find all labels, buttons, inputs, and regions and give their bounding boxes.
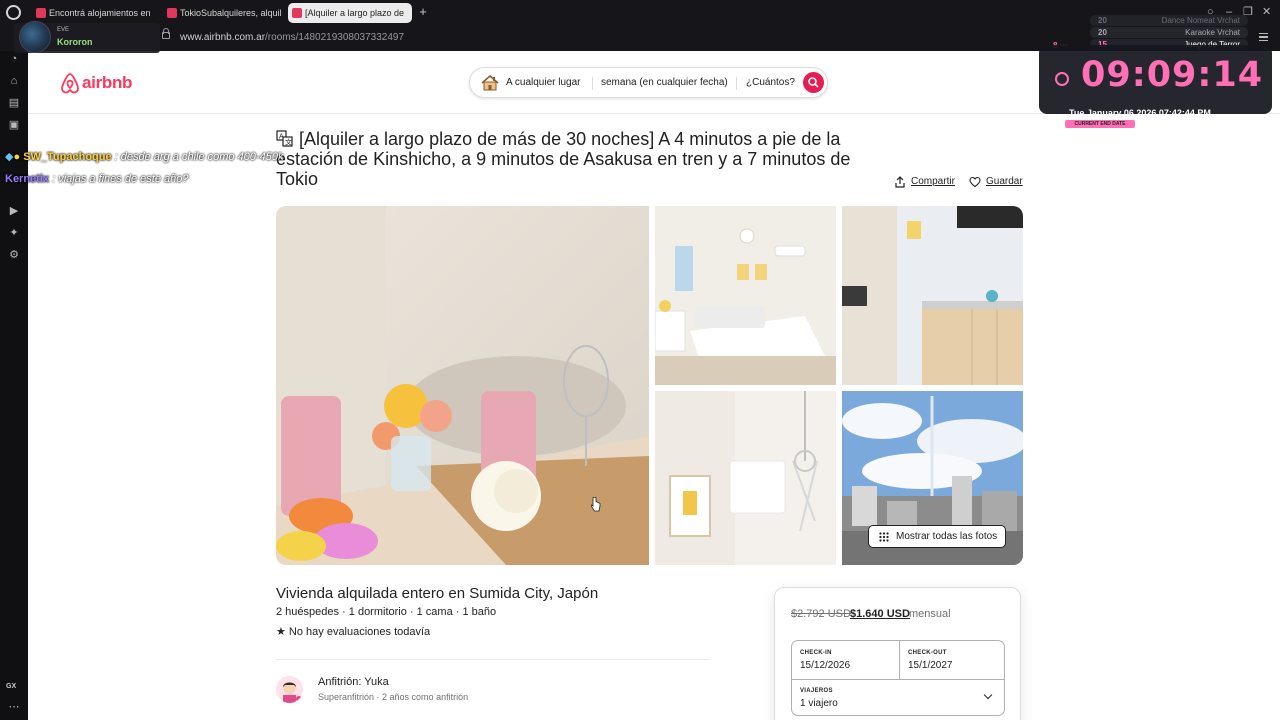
- vote-label: Dance Nomeat Vrchat: [1161, 16, 1240, 25]
- airbnb-favicon-icon: [167, 8, 177, 18]
- search-who[interactable]: ¿Cuántos?: [746, 77, 795, 88]
- tab-label: [Alquiler a largo plazo de: [305, 8, 405, 18]
- speed-dial-icon[interactable]: ◔: [8, 53, 20, 65]
- photo-lamp[interactable]: [655, 391, 836, 565]
- checkout-value: 15/1/2027: [908, 660, 953, 671]
- vote-count: 20: [1098, 16, 1107, 25]
- vote-row: 20 Karaoke Vrchat: [1090, 27, 1248, 38]
- vote-label: Karaoke Vrchat: [1185, 28, 1240, 37]
- chat-message: ◆● SW_Tupachoque : desde arg a chile com…: [5, 150, 283, 163]
- player-icon[interactable]: ▶: [8, 205, 20, 217]
- search-divider: [736, 77, 737, 90]
- grid-icon: [879, 532, 889, 542]
- show-all-photos-label: Mostrar todas las fotos: [896, 531, 998, 542]
- price-discounted[interactable]: $1.640 USD: [850, 608, 910, 620]
- profile-name: Kororon: [57, 37, 93, 47]
- browser-tab-bar: Encontrá alojamientos en TokioSubalquile…: [0, 0, 1280, 25]
- url-path: /rooms/1480219308037332497: [265, 32, 405, 43]
- share-button[interactable]: Compartir: [911, 176, 955, 187]
- clock-icon: [1055, 72, 1069, 86]
- chat-user: SW_Tupachoque: [23, 151, 112, 163]
- photo-bedroom[interactable]: [655, 206, 836, 385]
- tab-tokio-subalquileres[interactable]: TokioSubalquileres, alquil: [163, 3, 285, 23]
- checkout-label: CHECK-OUT: [908, 650, 947, 656]
- price-unit: mensual: [909, 608, 951, 620]
- guests-value: 1 viajero: [800, 698, 838, 709]
- search-when[interactable]: semana (en cualquier fecha): [601, 77, 728, 88]
- airbnb-favicon-icon: [36, 8, 46, 18]
- checkin-label: CHECK-IN: [800, 650, 832, 656]
- listing-subtitle: Vivienda alquilada entero en Sumida City…: [276, 585, 599, 602]
- extensions-icon[interactable]: ✦: [8, 227, 20, 239]
- checkin-value: 15/12/2026: [800, 660, 851, 671]
- close-icon[interactable]: ✕: [1262, 6, 1271, 18]
- house-icon: [481, 75, 499, 91]
- host-subtitle: Superanfitrión · 2 años como anfitrión: [318, 692, 469, 702]
- vote-count: 20: [1098, 28, 1107, 37]
- checkout-field[interactable]: CHECK-OUT 15/1/2027: [900, 641, 1004, 679]
- checkin-field[interactable]: CHECK-IN 15/12/2026: [792, 641, 899, 679]
- opera-icon[interactable]: [6, 5, 21, 20]
- emoji-icon: ●: [13, 151, 21, 163]
- svg-text:文: 文: [285, 138, 292, 147]
- flow-icon[interactable]: ⌂: [8, 75, 20, 87]
- price-original: $2.792 USD: [791, 608, 851, 620]
- chevron-down-icon[interactable]: [983, 690, 993, 700]
- heart-icon[interactable]: [969, 176, 981, 188]
- tab-label: TokioSubalquileres, alquil: [180, 8, 282, 18]
- chat-text: : viajas a fines de este año?: [52, 173, 189, 185]
- guests-field[interactable]: VIAJEROS 1 viajero: [792, 680, 1004, 716]
- dates-guests-box: CHECK-IN 15/12/2026 CHECK-OUT 15/1/2027 …: [791, 640, 1005, 716]
- chat-user: Kernetix: [5, 173, 50, 185]
- brand-name: airbnb: [82, 73, 133, 92]
- gx-label[interactable]: GX: [6, 683, 16, 690]
- divider: [276, 659, 710, 660]
- screen: Encontrá alojamientos en TokioSubalquile…: [0, 0, 1280, 720]
- share-icon[interactable]: [894, 176, 906, 188]
- guests-label: VIAJEROS: [800, 688, 833, 694]
- new-tab-button[interactable]: +: [416, 5, 430, 19]
- search-where[interactable]: A cualquier lugar: [506, 77, 581, 88]
- tab-label: Encontrá alojamientos en: [49, 8, 151, 18]
- photo-gallery: Mostrar todas las fotos: [276, 206, 1023, 565]
- airbnb-logo-icon: [61, 73, 79, 94]
- show-all-photos-button[interactable]: Mostrar todas las fotos: [868, 525, 1006, 548]
- tab-listing-active[interactable]: [Alquiler a largo plazo de: [288, 3, 412, 23]
- lock-icon: [162, 28, 170, 39]
- streamer-profile-card: EVE Kororon: [14, 21, 160, 53]
- host-avatar[interactable]: [276, 676, 303, 703]
- search-icon: [808, 77, 819, 88]
- stream-clock: 09:09:14 Tue January 06 2026 07:42:44 PM: [1039, 45, 1272, 118]
- profile-tag: EVE: [57, 27, 70, 33]
- search-divider: [592, 77, 593, 90]
- menu-icon[interactable]: [1259, 33, 1268, 41]
- clock-time: 09:09:14: [1081, 55, 1264, 95]
- photo-kitchen[interactable]: [842, 206, 1023, 385]
- vote-row: 20 Dance Nomeat Vrchat: [1090, 15, 1248, 26]
- chat-text: : desde arg a chile como 400-450k: [114, 151, 284, 163]
- avatar: [19, 21, 51, 53]
- booking-card: $2.792 USD $1.640 USD mensual CHECK-IN 1…: [774, 587, 1021, 720]
- listing-title: A 文 [Alquiler a largo plazo de más de 30…: [276, 129, 876, 189]
- listing-title-text: [Alquiler a largo plazo de más de 30 noc…: [276, 129, 851, 189]
- url-host: www.airbnb.com.ar: [180, 32, 266, 43]
- listing-details: 2 huéspedes · 1 dormitorio · 1 cama · 1 …: [276, 606, 497, 618]
- settings-gear-icon[interactable]: ⚙: [8, 249, 20, 261]
- airbnb-favicon-icon: [292, 8, 302, 18]
- listing-reviews: ★ No hay evaluaciones todavía: [276, 626, 431, 638]
- host-name: Anfitrión: Yuka: [318, 676, 389, 688]
- mouse-cursor-icon: [591, 497, 601, 512]
- chat-message: Kernetix : viajas a fines de este año?: [5, 173, 188, 185]
- clock-badge: CURRENT END DATE: [1065, 120, 1135, 128]
- url-field[interactable]: www.airbnb.com.ar/rooms/1480219308037332…: [180, 32, 404, 43]
- tab-airbnb-search[interactable]: Encontrá alojamientos en: [32, 3, 162, 23]
- search-bar[interactable]: A cualquier lugar semana (en cualquier f…: [469, 67, 828, 98]
- save-button[interactable]: Guardar: [986, 176, 1023, 187]
- messenger-icon[interactable]: ▤: [8, 97, 20, 109]
- mail-icon[interactable]: ▣: [8, 119, 20, 131]
- search-button[interactable]: [803, 72, 824, 93]
- translate-icon[interactable]: A 文: [276, 130, 293, 147]
- more-icon[interactable]: ⋯: [8, 701, 20, 713]
- clock-date: Tue January 06 2026 07:42:44 PM: [1069, 108, 1211, 118]
